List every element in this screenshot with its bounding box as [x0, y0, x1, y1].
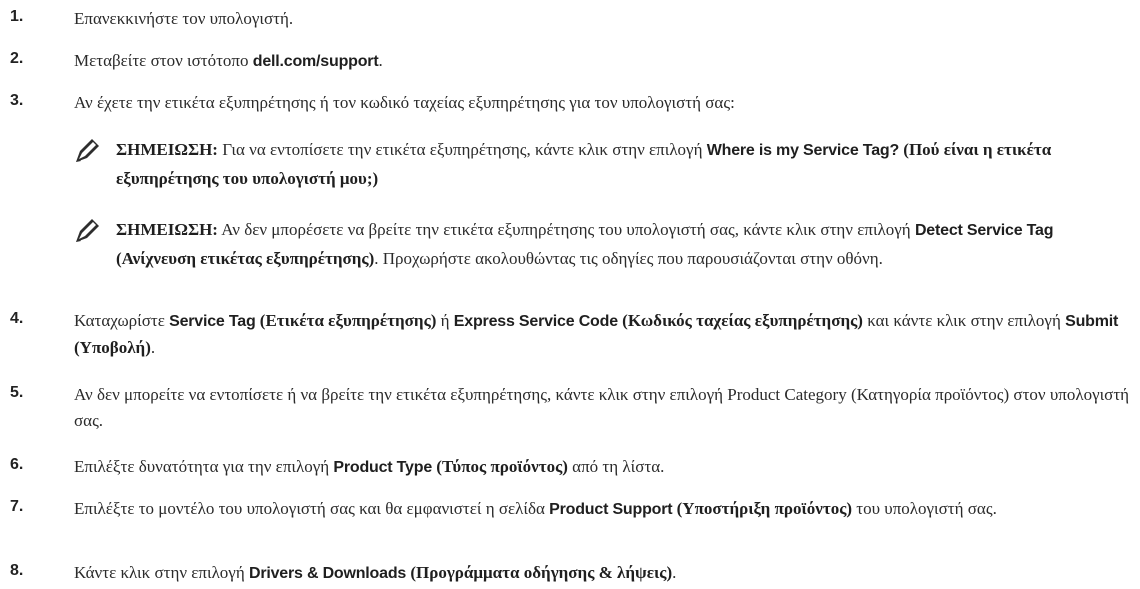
step-number: 8.	[10, 562, 24, 579]
ui-term-translation: (Υποβολή)	[74, 338, 151, 357]
ui-term: Drivers & Downloads	[248, 565, 407, 582]
step-number: 7.	[10, 498, 24, 515]
step-text: Επιλέξτε το μοντέλο του υπολογιστή σας κ…	[74, 496, 1134, 523]
text-run: από τη λίστα.	[567, 457, 665, 476]
text-run: Αν δεν μπορείτε να εντοπίσετε ή να βρείτ…	[74, 385, 1130, 430]
ui-term: dell.com/support	[252, 53, 379, 70]
ui-term: Product Type	[333, 459, 433, 476]
ui-term: Product Support	[549, 501, 673, 518]
step-number: 6.	[10, 456, 24, 473]
text-run: ή	[436, 311, 454, 330]
note-body: Για να εντοπίσετε την ετικέτα εξυπηρέτησ…	[116, 140, 1051, 188]
step-text: Καταχωρίστε Service Tag (Ετικέτα εξυπηρέ…	[74, 308, 1134, 361]
text-run: Αν δεν μπορέσετε να βρείτε την ετικέτα ε…	[217, 220, 915, 239]
step-number: 3.	[10, 92, 24, 109]
text-run: Για να εντοπίσετε την ετικέτα εξυπηρέτησ…	[217, 140, 707, 159]
text-run: .	[378, 51, 383, 70]
step-text: Επανεκκινήστε τον υπολογιστή.	[74, 6, 1134, 32]
note-label: ΣΗΜΕΙΩΣΗ:	[116, 220, 218, 239]
text-run: του υπολογιστή σας.	[852, 499, 997, 518]
text-run: Επανεκκινήστε τον υπολογιστή.	[74, 9, 294, 28]
ui-term-translation: (Τύπος προϊόντος)	[432, 457, 568, 476]
note-pencil-icon	[76, 219, 99, 242]
text-run: Αν έχετε την ετικέτα εξυπηρέτησης ή τον …	[74, 93, 735, 112]
text-run: Επιλέξτε το μοντέλο του υπολογιστή σας κ…	[74, 499, 550, 518]
text-run: .	[672, 563, 677, 582]
text-run: .	[150, 338, 156, 357]
ui-term: Where is my Service Tag?	[706, 142, 900, 159]
step-text: Κάντε κλικ στην επιλογή Drivers & Downlo…	[74, 560, 1134, 587]
instruction-document: 1. Επανεκκινήστε τον υπολογιστή. 2. Μετα…	[0, 0, 1140, 589]
step-text: Αν δεν μπορείτε να εντοπίσετε ή να βρείτ…	[74, 382, 1134, 434]
step-number: 1.	[10, 8, 24, 25]
note-pencil-icon	[76, 139, 99, 162]
note-body: Αν δεν μπορέσετε να βρείτε την ετικέτα ε…	[116, 220, 1054, 268]
ui-term: Express Service Code	[453, 313, 618, 330]
text-run: . Προχωρήστε ακολουθώντας τις οδηγίες πο…	[374, 249, 883, 268]
note-text: ΣΗΜΕΙΩΣΗ: Για να εντοπίσετε την ετικέτα …	[116, 136, 1132, 193]
note-label: ΣΗΜΕΙΩΣΗ:	[116, 140, 218, 159]
text-run: Καταχωρίστε	[74, 311, 170, 330]
step-text: Αν έχετε την ετικέτα εξυπηρέτησης ή τον …	[74, 90, 1134, 116]
step-number: 5.	[10, 384, 24, 401]
ui-term-translation: (Υποστήριξη προϊόντος)	[672, 499, 853, 518]
ui-term-translation: (Ανίχνευση ετικέτας εξυπηρέτησης)	[116, 249, 375, 268]
ui-term: Service Tag	[169, 313, 256, 330]
text-run: Μεταβείτε στον ιστότοπο	[74, 51, 253, 70]
step-text: Επιλέξτε δυνατότητα για την επιλογή Prod…	[74, 454, 1134, 481]
text-run: Επιλέξτε δυνατότητα για την επιλογή	[74, 457, 334, 476]
text-run: και κάντε κλικ στην επιλογή	[862, 311, 1066, 330]
text-run: Κάντε κλικ στην επιλογή	[74, 563, 249, 582]
ui-term-translation: (Προγράμματα οδήγησης & λήψεις)	[406, 563, 673, 582]
step-number: 2.	[10, 50, 24, 67]
ui-term: Detect Service Tag	[914, 222, 1054, 239]
step-text: Μεταβείτε στον ιστότοπο dell.com/support…	[74, 48, 1134, 75]
note-text: ΣΗΜΕΙΩΣΗ: Αν δεν μπορέσετε να βρείτε την…	[116, 216, 1132, 273]
step-number: 4.	[10, 310, 24, 327]
ui-term-translation: (Ετικέτα εξυπηρέτησης)	[255, 311, 437, 330]
ui-term: Submit	[1065, 313, 1119, 330]
ui-term-translation: (Κωδικός ταχείας εξυπηρέτησης)	[617, 311, 863, 330]
